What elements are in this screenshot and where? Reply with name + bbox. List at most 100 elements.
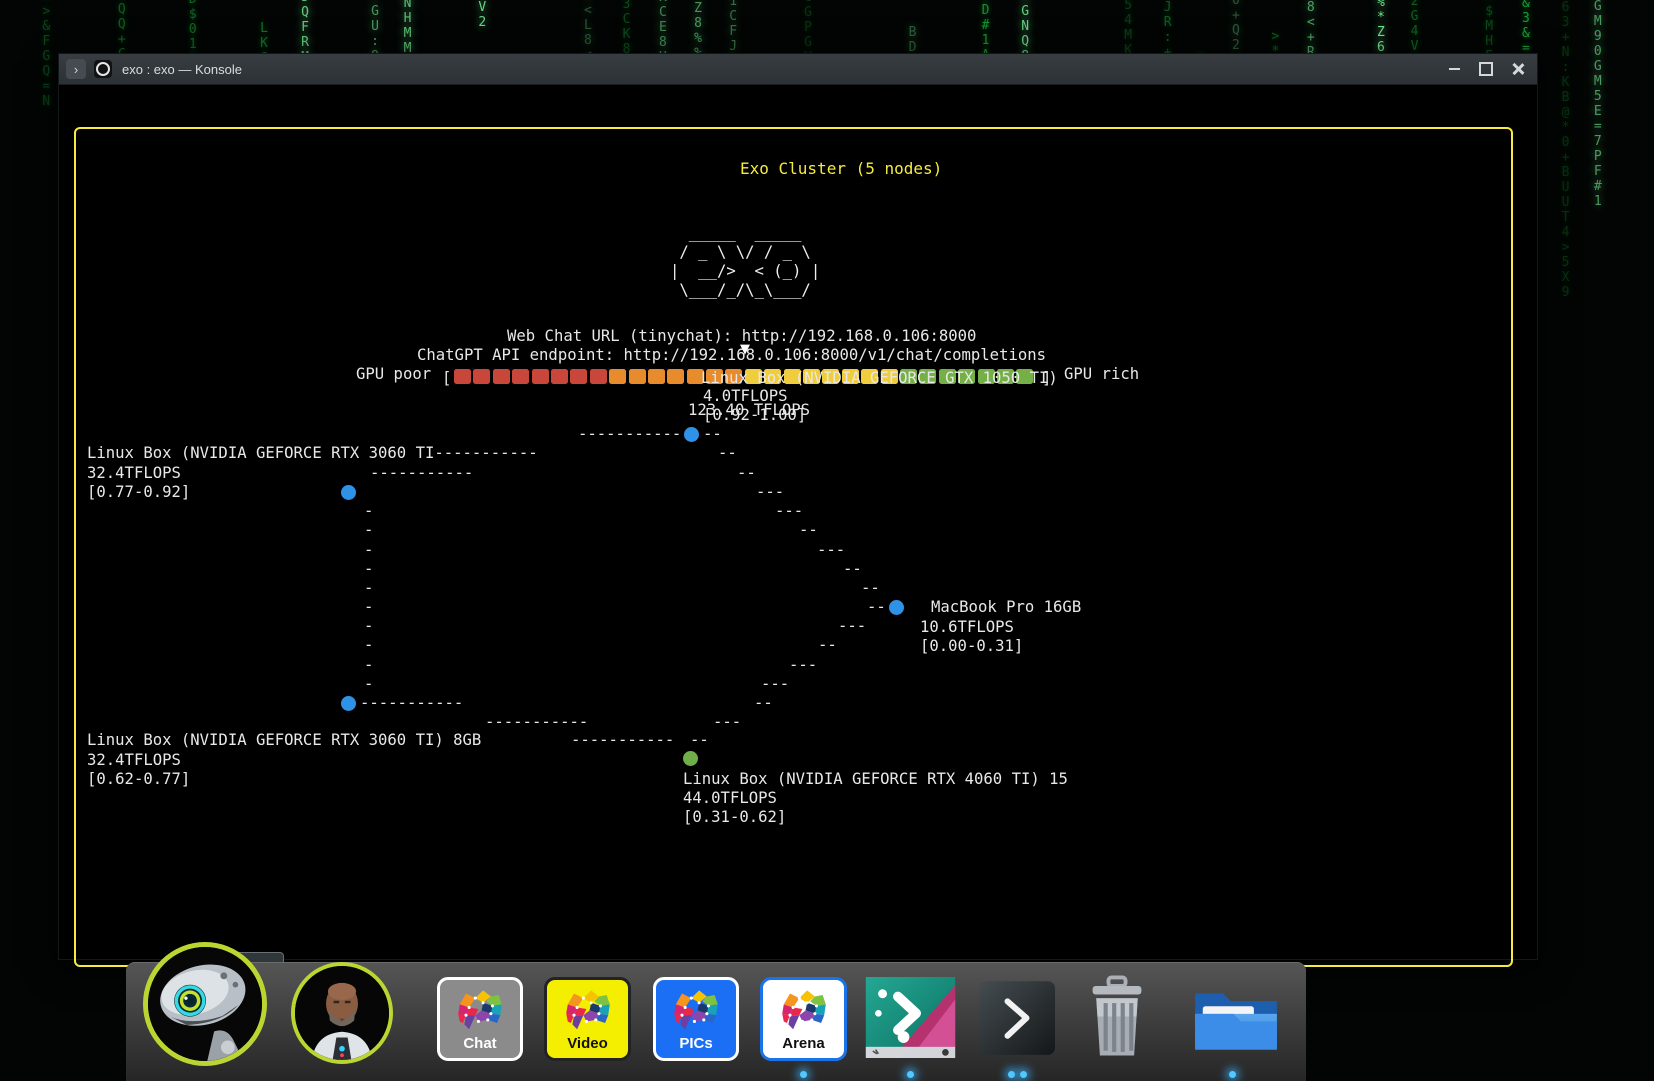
node-label: [0.62-0.77]: [87, 769, 190, 789]
running-indicator: [1229, 1071, 1236, 1078]
node-label: Linux Box (NVIDIA GEFORCE RTX 4060 TI) 1…: [683, 769, 1068, 789]
brain-logo-icon: [452, 984, 508, 1039]
running-indicator: [800, 1071, 807, 1078]
ascii-dash: ---: [838, 616, 866, 636]
terminal-icon: [979, 981, 1055, 1055]
robot-avatar: [148, 947, 262, 1061]
gauge-marker-icon: ▼: [740, 342, 750, 357]
brain-logo-icon: [668, 984, 724, 1039]
matrix-rain-column: % A > D Z 6 Z G H C T 6 3 + N : K B @ * …: [1562, 0, 1570, 300]
gauge-segment: [590, 369, 607, 384]
dock-item-man-avatar[interactable]: [291, 962, 393, 1064]
installer-icon: [865, 977, 956, 1058]
ascii-dash: --: [754, 693, 773, 713]
ascii-dash: --: [703, 424, 722, 444]
ascii-dash: -: [364, 578, 373, 598]
konsole-app-icon: [94, 60, 112, 78]
gauge-segment: [667, 369, 684, 384]
dock-item-arena[interactable]: Arena: [760, 977, 847, 1061]
ascii-dash: --: [690, 730, 709, 750]
maximize-button[interactable]: [1477, 60, 1495, 78]
window-titlebar[interactable]: › exo : exo — Konsole: [59, 54, 1537, 85]
close-button[interactable]: [1509, 60, 1527, 78]
node-label: [0.31-0.62]: [683, 807, 786, 827]
gauge-segment: [454, 369, 471, 384]
dock-item-file-manager[interactable]: [1190, 983, 1282, 1055]
gauge-segment: [493, 369, 510, 384]
ascii-dash: --: [818, 635, 837, 655]
chat-label: Chat: [463, 1035, 496, 1052]
dock-item-video[interactable]: Video: [544, 977, 631, 1061]
matrix-rain-column: N 0 $ P : A X 3 2 B B & * < A H N H M M: [404, 0, 412, 56]
ascii-dash: --: [799, 520, 818, 540]
matrix-rain-column: W B 2 X # C < Z < V % C + D L 0 0 + Q 2: [1232, 0, 1240, 53]
ascii-dash: --: [718, 443, 737, 463]
maximize-icon: [1479, 62, 1493, 76]
ascii-dash: -----------: [578, 424, 681, 444]
gauge-segment: [512, 369, 529, 384]
node-label: [0.00-0.31]: [920, 636, 1023, 656]
ascii-dash: --: [843, 559, 862, 579]
gauge-left-bracket: [: [442, 368, 451, 388]
gauge-segment: [532, 369, 549, 384]
node-label: Linux Box (NVIDIA GEFORCE RTX 3060 TI) 8…: [87, 730, 481, 750]
ascii-dash: -: [364, 655, 373, 675]
minimize-button[interactable]: [1445, 60, 1463, 78]
konsole-window: › exo : exo — Konsole Exo Cluster (5 nod…: [58, 53, 1538, 960]
ascii-dash: ---: [713, 712, 741, 732]
gauge-segment: [609, 369, 626, 384]
cluster-border-box: Exo Cluster (5 nodes) _____ _____ / _ \ …: [74, 127, 1513, 967]
ascii-dash: --: [861, 578, 880, 598]
window-menu-icon[interactable]: ›: [66, 59, 86, 79]
matrix-rain-column: H C J V 3 > & F G Q = N: [42, 0, 50, 109]
node-dot: [889, 600, 904, 615]
folder-icon: [1190, 983, 1282, 1055]
gpu-rich-label: GPU rich: [1064, 364, 1139, 384]
brain-logo-icon: [776, 984, 832, 1039]
arena-label: Arena: [782, 1035, 825, 1052]
video-label: Video: [567, 1035, 608, 1052]
node-label: 4.0TFLOPS: [703, 386, 788, 406]
window-title: exo : exo — Konsole: [122, 62, 242, 77]
terminal-viewport[interactable]: Exo Cluster (5 nodes) _____ _____ / _ \ …: [59, 85, 1537, 959]
pics-label: PICs: [679, 1035, 712, 1052]
node-label: 32.4TFLOPS: [87, 750, 181, 770]
close-icon: [1512, 63, 1524, 75]
ascii-dash: ---: [817, 540, 845, 560]
ascii-dash: -: [364, 616, 373, 636]
ascii-dash: ---: [756, 482, 784, 502]
node-label: MacBook Pro 16GB: [931, 597, 1081, 617]
ascii-dash: -: [364, 635, 373, 655]
ascii-dash: -: [364, 559, 373, 579]
dock-item-trash[interactable]: [1085, 975, 1149, 1058]
ascii-dash: -: [364, 520, 373, 540]
ascii-dash: -: [364, 501, 373, 521]
running-indicator: [1020, 1071, 1027, 1078]
node-dot: [341, 485, 356, 500]
matrix-rain-column: 2 M K T P < Q U 4 B > R B $ : P % * Z 6: [1377, 0, 1385, 55]
node-dot: [683, 751, 698, 766]
gauge-segment: [648, 369, 665, 384]
matrix-rain-column: : J F 6 T V 2 : * B T U N G M 9 0 G M 5 …: [1594, 0, 1602, 209]
node-label: [0.92-1.00]: [703, 405, 806, 425]
dock-item-robot-avatar[interactable]: [143, 942, 267, 1066]
running-indicator: [907, 1071, 914, 1078]
ascii-dash: -----------: [485, 712, 588, 732]
man-avatar: [295, 966, 389, 1060]
dock-item-chat[interactable]: Chat: [437, 977, 523, 1061]
brain-logo-icon: [560, 984, 616, 1039]
node-label: 44.0TFLOPS: [683, 788, 777, 808]
node-label: 32.4TFLOPS: [87, 463, 181, 483]
matrix-rain-column: T 8 6 P 3 * V 4 V 2: [478, 0, 486, 30]
gauge-segment: [551, 369, 568, 384]
node-label: [0.77-0.92]: [87, 482, 190, 502]
dock-item-terminal[interactable]: [979, 981, 1055, 1055]
node-label: Linux Box (NVIDIA GEFORCE RTX 3060 TI---…: [87, 443, 538, 463]
exo-ascii-logo: _____ _____ / _ \ \/ / _ \ | __/> < (_) …: [670, 224, 820, 301]
dock-item-pics[interactable]: PICs: [653, 977, 739, 1061]
gauge-segment: [629, 369, 646, 384]
ascii-dash: --: [867, 597, 886, 617]
ascii-dash: -: [364, 674, 373, 694]
dock-item-installer[interactable]: [865, 977, 956, 1058]
cluster-title: Exo Cluster (5 nodes): [730, 159, 952, 178]
